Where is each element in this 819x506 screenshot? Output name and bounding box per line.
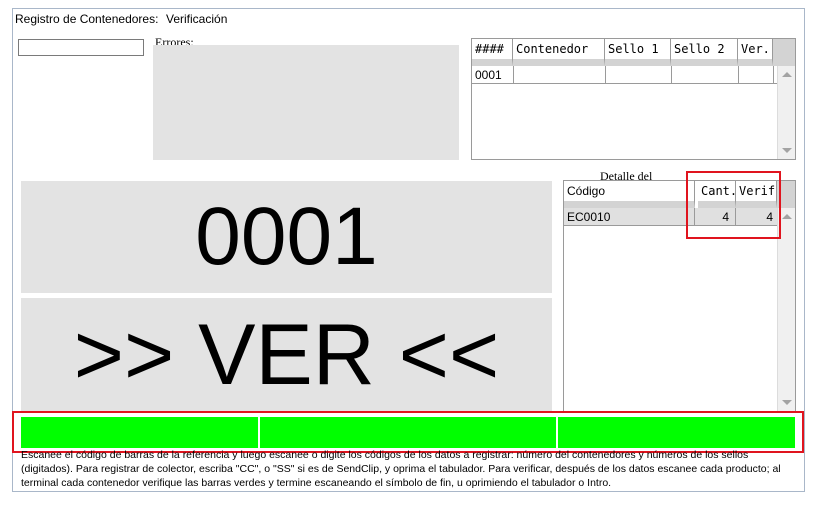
containers-grid[interactable]: #### Contenedor Sello 1 Sello 2 Ver. 000… bbox=[471, 38, 796, 160]
cell-divider bbox=[671, 66, 672, 83]
progress-bars bbox=[12, 411, 804, 453]
instructions-text: Escanee el código de barras de la refere… bbox=[21, 449, 781, 489]
col-header-codigo[interactable]: Código bbox=[564, 181, 695, 208]
progress-segment-2 bbox=[260, 417, 556, 448]
cant-verif-highlight bbox=[686, 171, 781, 239]
cell-divider bbox=[738, 66, 739, 83]
status-display: >> VER << bbox=[21, 298, 552, 412]
container-number-display: 0001 bbox=[21, 181, 552, 293]
cell-divider bbox=[605, 66, 606, 83]
scroll-up-icon[interactable] bbox=[782, 214, 792, 219]
status-text: >> VER << bbox=[73, 306, 500, 403]
row-num: 0001 bbox=[475, 68, 502, 82]
container-number-text: 0001 bbox=[195, 191, 378, 282]
progress-segment-1 bbox=[21, 417, 258, 448]
col-header-ver[interactable]: Ver. bbox=[738, 39, 773, 66]
scan-input[interactable] bbox=[18, 39, 144, 56]
detail-codigo: EC0010 bbox=[567, 210, 611, 224]
page-title: Registro de Contenedores: bbox=[15, 12, 159, 26]
mode-label: Verificación bbox=[166, 12, 228, 26]
col-header-sello2[interactable]: Sello 2 bbox=[671, 39, 738, 66]
col-header-num[interactable]: #### bbox=[472, 39, 513, 66]
progress-segment-3 bbox=[558, 417, 795, 448]
col-header-contenedor[interactable]: Contenedor bbox=[513, 39, 605, 66]
header-filler bbox=[773, 39, 795, 66]
scroll-down-icon[interactable] bbox=[782, 400, 792, 405]
scroll-up-icon[interactable] bbox=[782, 72, 792, 77]
scroll-down-icon[interactable] bbox=[782, 148, 792, 153]
cell-divider bbox=[513, 66, 514, 83]
errors-box bbox=[153, 45, 459, 160]
table-row[interactable]: 0001 bbox=[472, 66, 777, 84]
cell-divider bbox=[773, 66, 774, 83]
grid-scrollbar[interactable] bbox=[777, 66, 795, 159]
col-header-sello1[interactable]: Sello 1 bbox=[605, 39, 671, 66]
